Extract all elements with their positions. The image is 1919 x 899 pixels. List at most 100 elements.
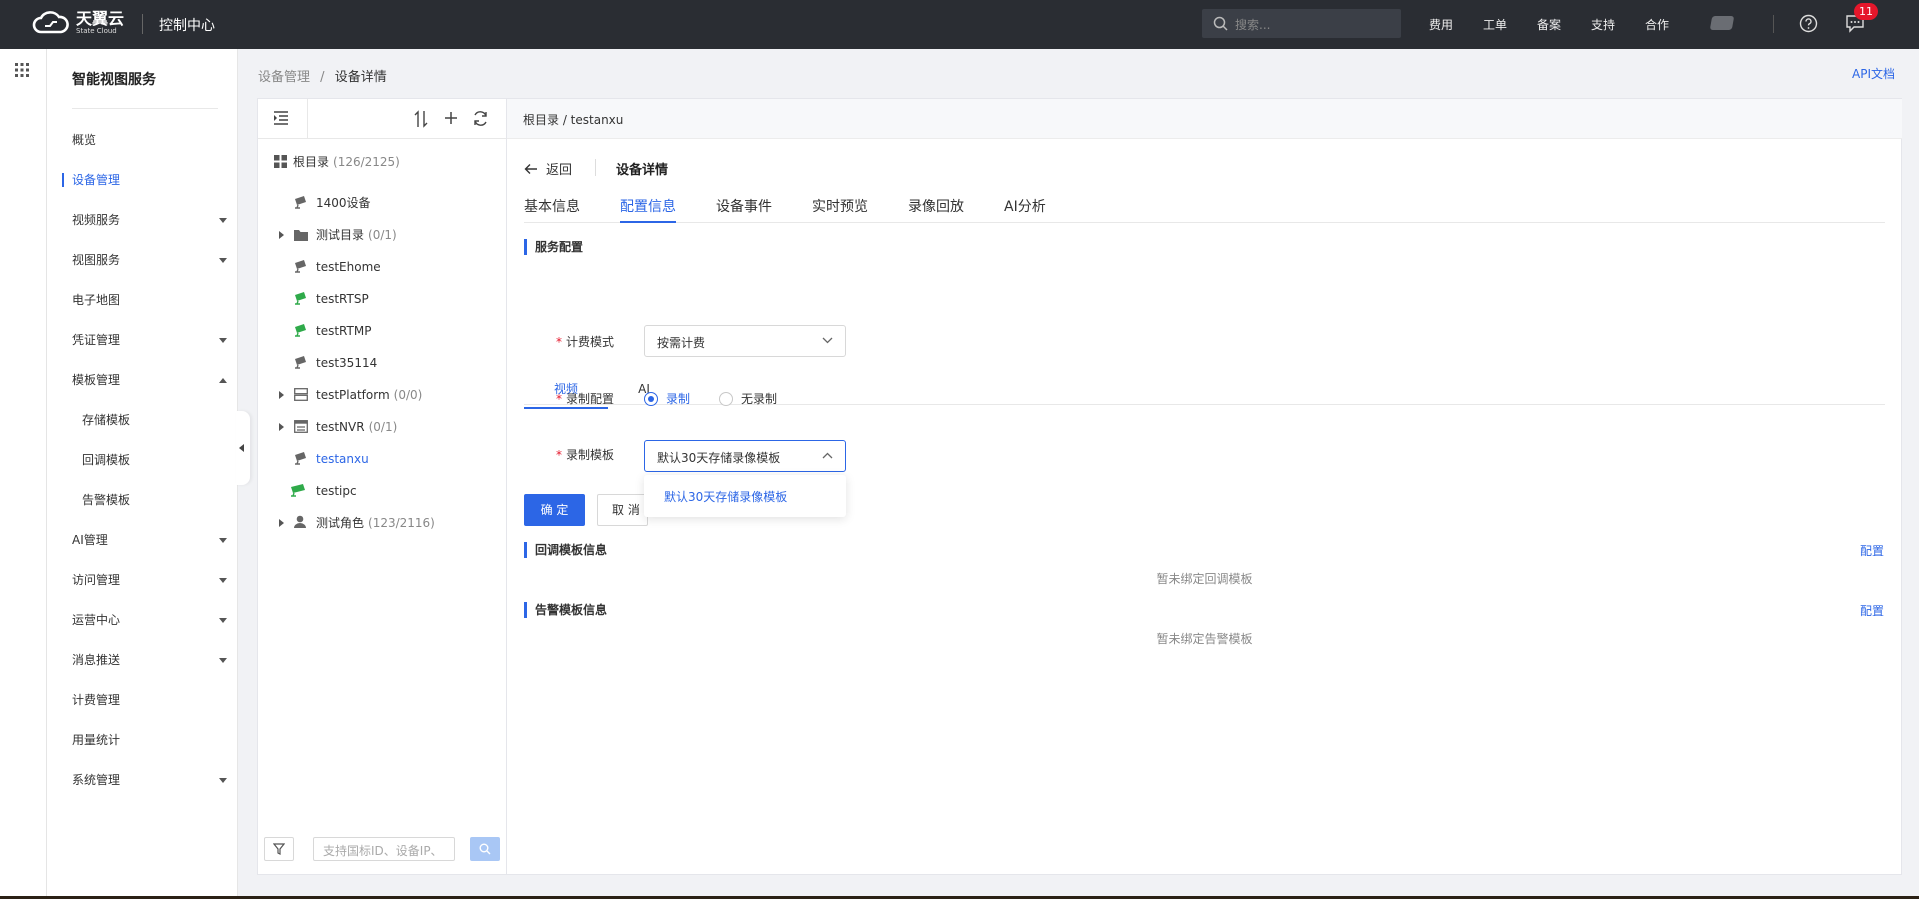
sidebar-item-ai[interactable]: AI管理	[72, 530, 227, 550]
tree-node-test-role[interactable]: 测试角色 (123/2116)	[294, 513, 435, 533]
sidebar-item-push[interactable]: 消息推送	[72, 650, 227, 670]
tree-node-label: testRTMP	[316, 324, 372, 338]
record-template-label: * 录制模板	[555, 448, 614, 462]
tree-node-label: testipc	[316, 484, 357, 498]
sidebar-item-label: 概览	[72, 133, 97, 147]
add-icon[interactable]	[443, 110, 459, 126]
tree-node-testEhome[interactable]: testEhome	[294, 257, 381, 277]
sidebar-item-device-management[interactable]: 设备管理	[62, 170, 227, 190]
tab-playback[interactable]: 录像回放	[908, 196, 964, 223]
camera-online-icon	[295, 292, 306, 305]
breadcrumb: 设备管理 / 设备详情	[258, 66, 387, 85]
expand-arrow-icon[interactable]	[279, 231, 284, 239]
indent-icon[interactable]	[273, 110, 289, 126]
tab-basic-info[interactable]: 基本信息	[524, 196, 580, 223]
breadcrumb-parent[interactable]: 设备管理	[258, 70, 310, 85]
tree-node-1400[interactable]: 1400设备	[294, 193, 371, 213]
sidebar-title: 智能视图服务	[72, 72, 156, 88]
tree-node-test35114[interactable]: test35114	[294, 353, 377, 373]
tab-live-preview[interactable]: 实时预览	[812, 196, 868, 223]
console-link[interactable]: 控制中心	[159, 15, 215, 35]
cancel-button[interactable]: 取 消	[597, 494, 648, 526]
dropdown-option[interactable]: 默认30天存储录像模板	[664, 488, 787, 505]
camera-online-icon	[295, 324, 306, 337]
sidebar-item-callback-template[interactable]: 回调模板	[82, 450, 237, 470]
sidebar-item-label: 访问管理	[72, 573, 121, 587]
sidebar-item-view-service[interactable]: 视图服务	[72, 250, 227, 270]
tree-node-testPlatform[interactable]: testPlatform (0/0)	[294, 385, 422, 405]
back-label: 返回	[546, 163, 573, 178]
chevron-down-icon	[219, 258, 227, 263]
expand-arrow-icon[interactable]	[279, 391, 284, 399]
callback-config-link[interactable]: 配置	[1860, 542, 1884, 559]
tree-node-testNVR[interactable]: testNVR (0/1)	[294, 417, 397, 437]
confirm-button[interactable]: 确 定	[524, 494, 585, 526]
billing-mode-select[interactable]: 按需计费	[644, 325, 846, 357]
device-detail-panel: 根目录 / testanxu 返回 设备详情 基本信息 配置信息 设备事件 实时…	[507, 98, 1902, 875]
sidebar-item-video-service[interactable]: 视频服务	[72, 210, 227, 230]
sidebar-item-system[interactable]: 系统管理	[72, 770, 227, 790]
server-icon	[294, 388, 308, 401]
nav-ticket[interactable]: 工单	[1483, 16, 1507, 33]
radio-unchecked-icon	[719, 391, 733, 406]
section-title-service-config: 服务配置	[524, 239, 583, 255]
sidebar-item-label: AI管理	[72, 533, 108, 547]
sidebar-collapse-toggle[interactable]	[236, 411, 250, 485]
tree-node-label: testRTSP	[316, 292, 369, 306]
tree-node-testRTMP[interactable]: testRTMP	[294, 321, 371, 341]
sidebar-item-access[interactable]: 访问管理	[72, 570, 227, 590]
chevron-down-icon	[219, 218, 227, 223]
nvr-icon	[294, 420, 308, 433]
search-placeholder: 搜索...	[1235, 18, 1271, 32]
tree-root[interactable]: 根目录 (126/2125)	[274, 152, 400, 172]
tree-search-input[interactable]: 支持国标ID、设备IP、	[313, 837, 455, 861]
apps-grid-icon[interactable]	[15, 63, 29, 77]
sidebar-item-storage-template[interactable]: 存储模板	[82, 410, 237, 430]
api-doc-link[interactable]: API文档	[1852, 65, 1895, 82]
avatar[interactable]	[1709, 16, 1735, 30]
global-search[interactable]: 搜索...	[1202, 9, 1401, 38]
tree-node-testanxu[interactable]: testanxu	[294, 449, 369, 469]
sidebar-item-credentials[interactable]: 凭证管理	[72, 330, 227, 350]
tab-device-events[interactable]: 设备事件	[716, 196, 772, 223]
sidebar-item-operations[interactable]: 运营中心	[72, 610, 227, 630]
template-dropdown: 默认30天存储录像模板	[644, 475, 846, 517]
sidebar-item-billing[interactable]: 计费管理	[72, 690, 227, 710]
radio-no-record[interactable]: 无录制	[719, 390, 777, 407]
sidebar-item-templates[interactable]: 模板管理	[72, 370, 227, 390]
tree-node-testipc[interactable]: testipc	[290, 481, 357, 501]
brand-logo[interactable]: 天翼云 State Cloud	[32, 11, 124, 35]
record-template-value: 默认30天存储录像模板	[657, 451, 781, 465]
tree-node-test-dir[interactable]: 测试目录 (0/1)	[294, 225, 397, 245]
sidebar-item-label: 存储模板	[82, 413, 131, 427]
billing-mode-value: 按需计费	[657, 336, 706, 350]
refresh-icon[interactable]	[472, 110, 489, 127]
tree-node-testRTSP[interactable]: testRTSP	[294, 289, 369, 309]
sidebar-item-alarm-template[interactable]: 告警模板	[82, 490, 237, 510]
tree-search-button[interactable]	[470, 837, 500, 861]
nav-filing[interactable]: 备案	[1537, 16, 1561, 33]
expand-arrow-icon[interactable]	[279, 423, 284, 431]
tab-ai-analysis[interactable]: AI分析	[1004, 196, 1046, 223]
sidebar-item-map[interactable]: 电子地图	[72, 290, 227, 310]
chevron-down-icon	[219, 578, 227, 583]
nav-support[interactable]: 支持	[1591, 16, 1615, 33]
sidebar-item-usage[interactable]: 用量统计	[72, 730, 227, 750]
nav-partner[interactable]: 合作	[1645, 16, 1669, 33]
camera-offline-icon	[295, 452, 306, 465]
radio-record-label: 录制	[666, 392, 691, 406]
filter-button[interactable]	[264, 837, 294, 861]
camera-offline-icon	[295, 196, 306, 209]
sidebar-item-label: 告警模板	[82, 493, 131, 507]
sort-icon[interactable]	[413, 110, 429, 128]
sidebar-item-overview[interactable]: 概览	[72, 130, 227, 150]
back-button[interactable]: 返回	[524, 159, 572, 178]
record-template-select[interactable]: 默认30天存储录像模板	[644, 440, 846, 472]
tab-config-info[interactable]: 配置信息	[620, 196, 676, 223]
chevron-up-icon	[822, 452, 833, 459]
help-icon[interactable]	[1799, 14, 1818, 33]
nav-fee[interactable]: 费用	[1429, 16, 1453, 33]
alarm-config-link[interactable]: 配置	[1860, 602, 1884, 619]
expand-arrow-icon[interactable]	[279, 519, 284, 527]
radio-record[interactable]: 录制	[644, 390, 690, 407]
